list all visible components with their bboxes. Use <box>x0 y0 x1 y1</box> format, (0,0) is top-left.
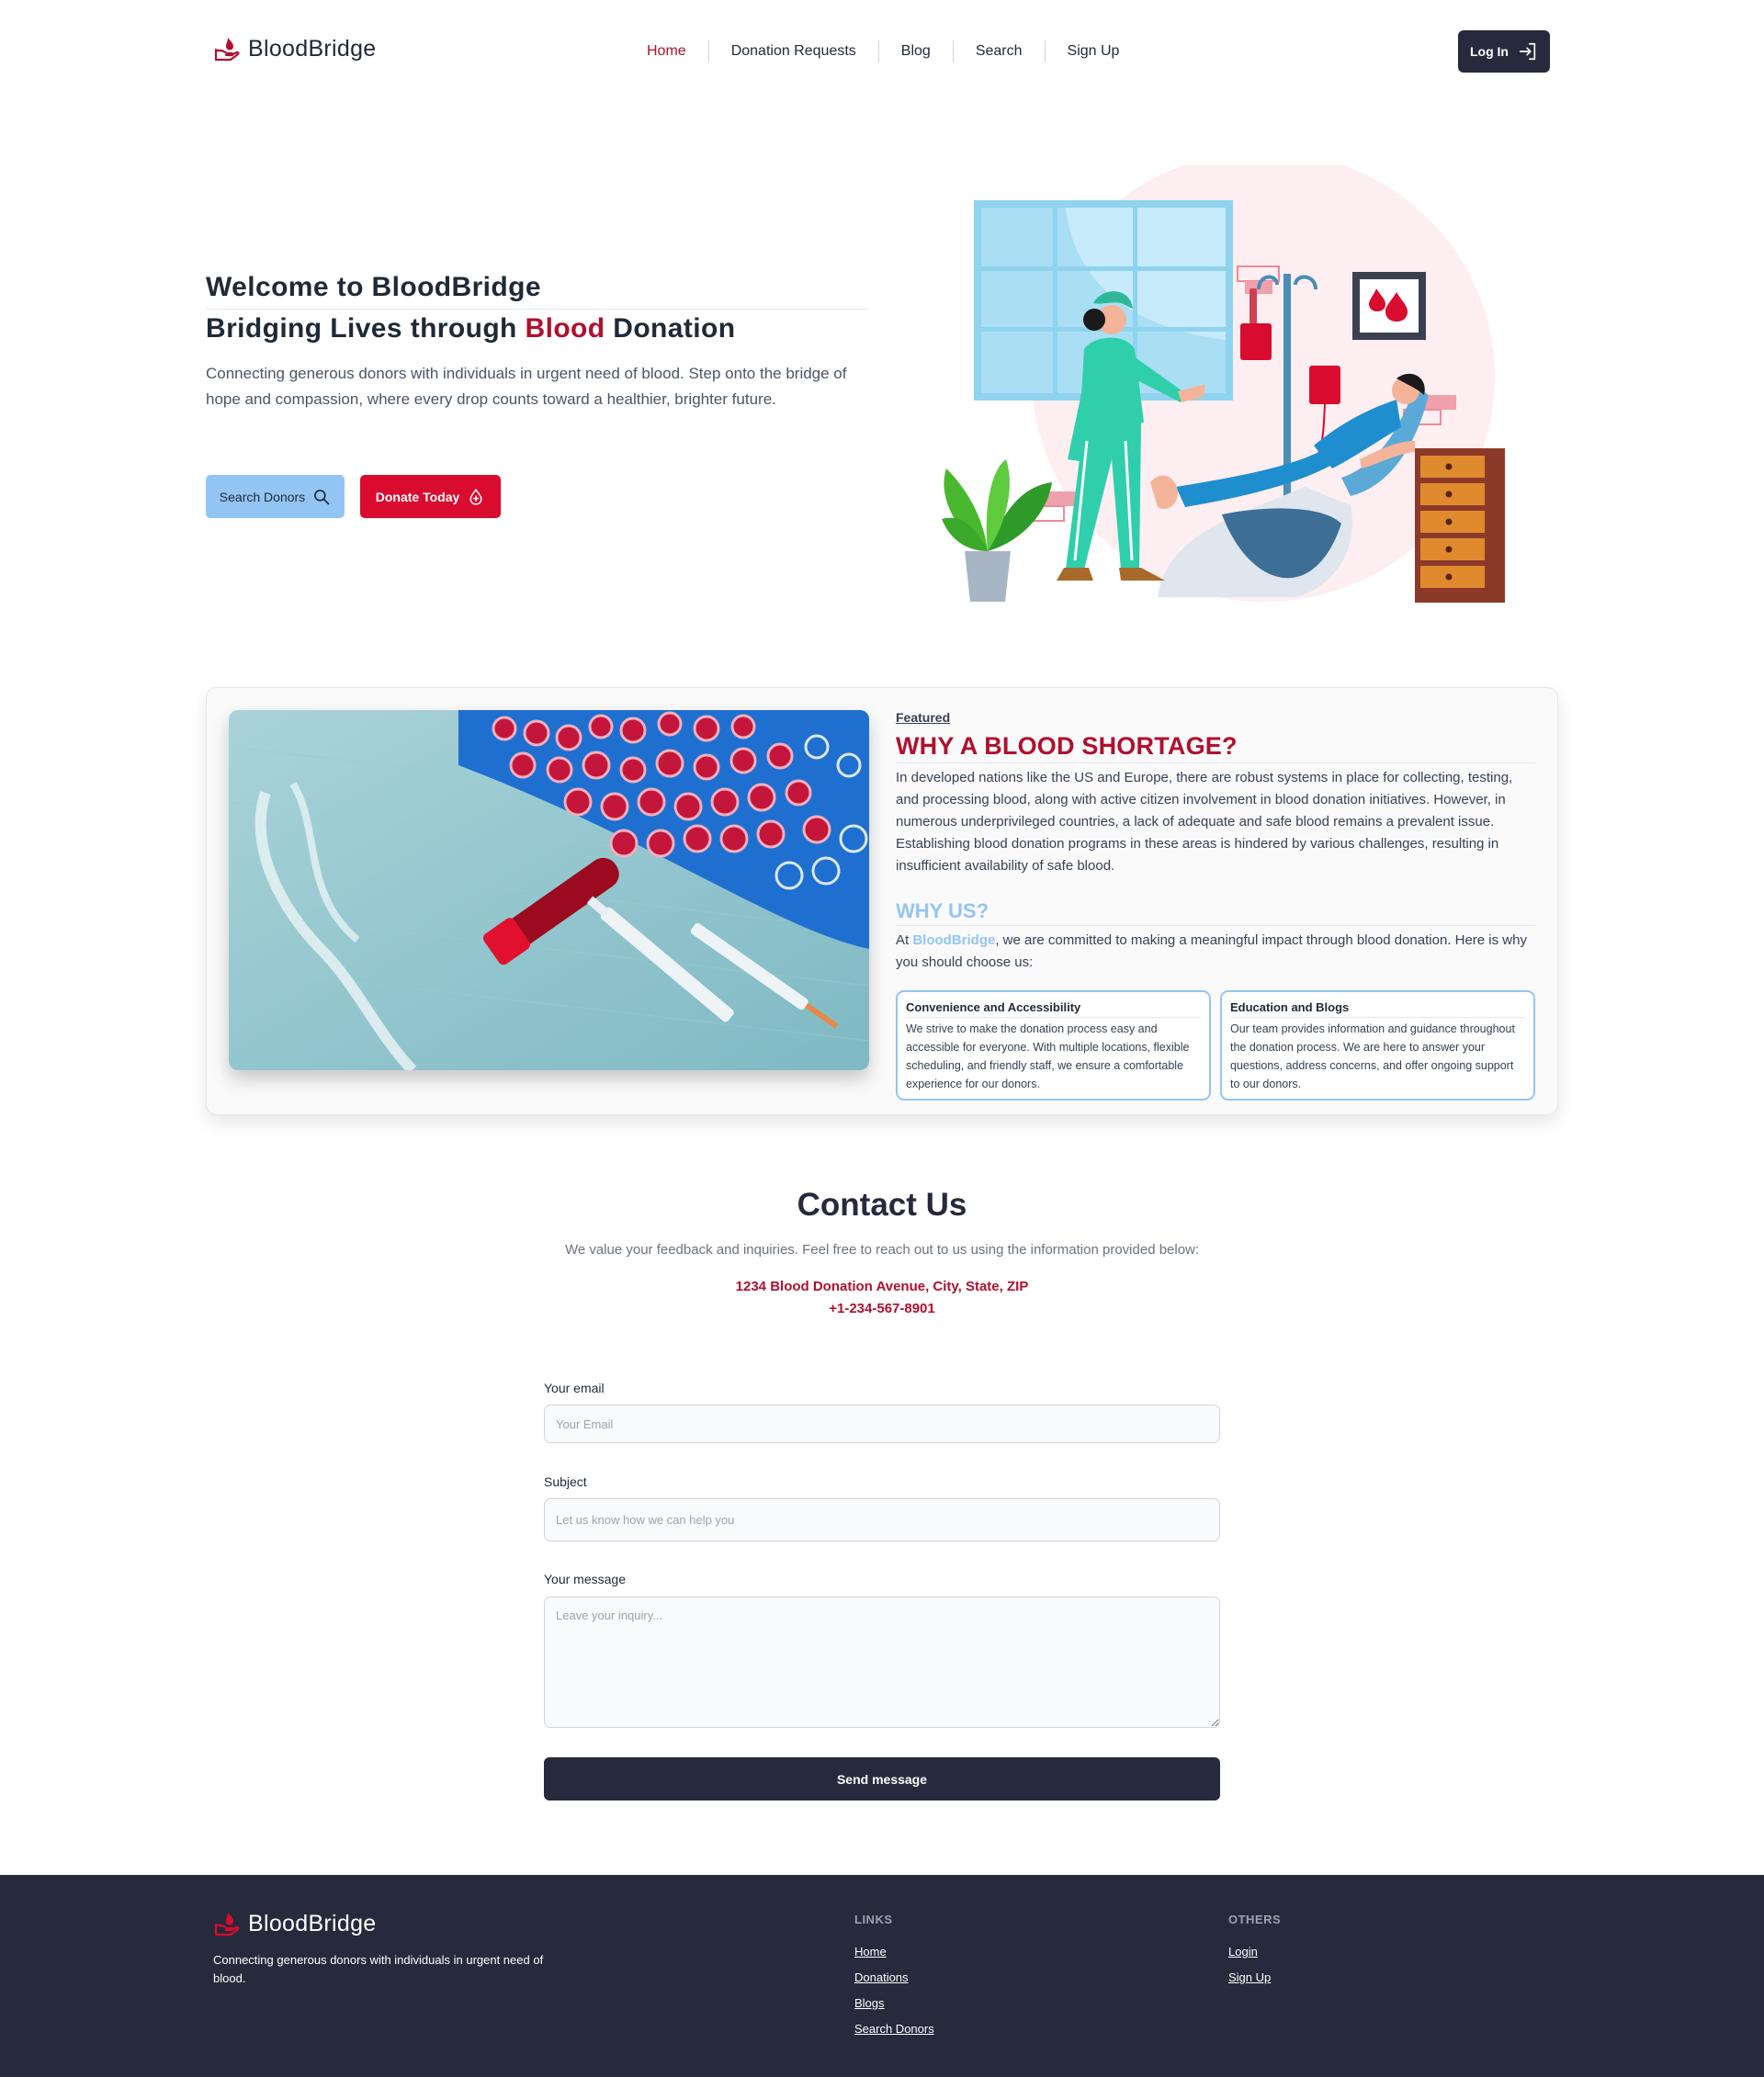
message-field[interactable] <box>544 1597 1220 1728</box>
blood-drop-icon <box>469 488 482 505</box>
brand-logo[interactable]: BloodBridge <box>213 35 377 62</box>
hero-divider <box>206 309 867 310</box>
login-button[interactable]: Log In <box>1458 30 1550 73</box>
why-us-title: WHY US? <box>896 899 989 922</box>
search-donors-label: Search Donors <box>219 489 306 504</box>
main-nav: Home Donation Requests Blog Search Sign … <box>625 40 1141 62</box>
contact-address: 1234 Blood Donation Avenue, City, State,… <box>735 1279 1029 1294</box>
blood-donation-illustration <box>942 165 1505 603</box>
feature-box-title: Convenience and Accessibility <box>906 1000 1201 1018</box>
nav-search[interactable]: Search <box>952 40 1045 62</box>
brand-name: BloodBridge <box>248 35 377 62</box>
footer-link-home[interactable]: Home <box>854 1945 934 1959</box>
subject-field[interactable] <box>544 1498 1220 1541</box>
contact-phone: +1-234-567-8901 <box>829 1301 935 1316</box>
hero-subtitle-post: Donation <box>605 313 736 344</box>
site-footer: BloodBridge Connecting generous donors w… <box>0 1875 1764 2077</box>
hand-heart-logo-icon <box>214 38 240 62</box>
nav-donation-requests[interactable]: Donation Requests <box>707 40 878 62</box>
footer-link-sign-up[interactable]: Sign Up <box>1228 1970 1281 1985</box>
blood-samples-photo <box>229 710 869 1070</box>
send-message-button[interactable]: Send message <box>544 1757 1220 1800</box>
feature-box-text: Our team provides information and guidan… <box>1230 1022 1515 1090</box>
nav-home[interactable]: Home <box>625 40 708 62</box>
feature-box-title: Education and Blogs <box>1230 1000 1525 1018</box>
why-us-pre: At <box>896 932 913 948</box>
footer-link-blogs[interactable]: Blogs <box>854 1996 934 2011</box>
hand-heart-logo-icon <box>214 1913 240 1936</box>
footer-links-column: LINKS Home Donations Blogs Search Donors <box>854 1913 934 2048</box>
footer-links-heading: LINKS <box>854 1913 893 1926</box>
featured-tag-link[interactable]: Featured <box>896 710 1535 725</box>
feature-box-text: We strive to make the donation process e… <box>906 1022 1190 1090</box>
hero-description: Connecting generous donors with individu… <box>206 365 847 408</box>
contact-title: Contact Us <box>797 1187 967 1223</box>
hero-subtitle-highlight: Blood <box>525 313 605 344</box>
hero-title: Welcome to BloodBridge <box>206 272 541 302</box>
footer-others-heading: OTHERS <box>1228 1913 1282 1926</box>
search-icon <box>314 489 330 504</box>
footer-brand-name: BloodBridge <box>248 1910 377 1936</box>
hero-subtitle: Bridging Lives through Blood Donation <box>206 313 735 344</box>
why-us-text: At BloodBridge, we are committed to maki… <box>896 930 1535 974</box>
footer-link-search-donors[interactable]: Search Donors <box>854 2022 934 2037</box>
footer-description: Connecting generous donors with individu… <box>213 1953 544 1985</box>
footer-link-donations[interactable]: Donations <box>854 1970 934 1985</box>
donate-today-label: Donate Today <box>375 489 460 504</box>
search-donors-button[interactable]: Search Donors <box>206 475 345 518</box>
site-header: BloodBridge Home Donation Requests Blog … <box>0 0 1764 103</box>
featured-section: Featured WHY A BLOOD SHORTAGE? In develo… <box>206 687 1558 1115</box>
feature-box-convenience: Convenience and Accessibility We strive … <box>896 990 1211 1101</box>
nav-sign-up[interactable]: Sign Up <box>1044 40 1142 62</box>
contact-description: We value your feedback and inquiries. Fe… <box>564 1242 1200 1258</box>
donate-today-button[interactable]: Donate Today <box>360 475 501 518</box>
hero-subtitle-pre: Bridging Lives through <box>206 313 526 344</box>
email-label: Your email <box>544 1381 605 1395</box>
email-field[interactable] <box>544 1405 1220 1443</box>
footer-link-login[interactable]: Login <box>1228 1945 1281 1959</box>
feature-boxes: Convenience and Accessibility We strive … <box>896 990 1535 1101</box>
featured-content: Featured WHY A BLOOD SHORTAGE? In develo… <box>896 710 1535 1101</box>
shortage-divider <box>896 762 1535 763</box>
shortage-text: In developed nations like the US and Eur… <box>896 770 1513 874</box>
log-in-icon <box>1519 42 1536 61</box>
why-us-divider <box>896 925 1535 926</box>
nav-blog[interactable]: Blog <box>877 40 953 62</box>
why-us-brand: BloodBridge <box>912 932 996 948</box>
shortage-title: WHY A BLOOD SHORTAGE? <box>896 732 1238 760</box>
login-button-label: Log In <box>1470 44 1509 59</box>
message-label: Your message <box>544 1572 626 1586</box>
footer-brand-logo[interactable]: BloodBridge <box>213 1910 377 1937</box>
subject-label: Subject <box>544 1474 587 1489</box>
feature-box-education: Education and Blogs Our team provides in… <box>1220 990 1535 1101</box>
footer-others-column: OTHERS Login Sign Up <box>1228 1913 1281 1996</box>
blood-samples-photo-graphic <box>229 710 869 1070</box>
